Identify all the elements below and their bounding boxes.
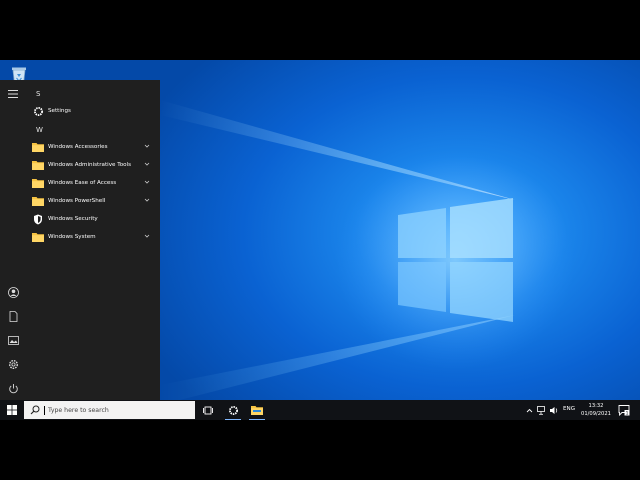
volume-icon[interactable] [549,405,559,415]
clock-date: 01/09/2021 [581,411,611,417]
taskbar-file-explorer-button[interactable] [246,400,268,420]
app-windows-security[interactable]: Windows Security [26,211,156,227]
notification-icon[interactable]: 1 [618,404,630,416]
svg-text:1: 1 [626,411,629,416]
power-icon[interactable] [5,380,21,396]
chevron-down-icon[interactable] [144,179,150,185]
section-letter-w[interactable]: W [36,126,43,134]
desktop: S Settings W Windows Accessories Windows… [0,60,640,420]
start-rail [0,80,26,400]
task-view-button[interactable] [197,400,219,420]
text-caret [44,405,45,415]
chevron-down-icon[interactable] [144,197,150,203]
chevron-down-icon[interactable] [144,233,150,239]
app-label: Settings [48,108,71,114]
settings-icon[interactable] [5,356,21,372]
hamburger-icon[interactable] [5,86,21,102]
app-label: Windows Administrative Tools [48,162,132,168]
chevron-down-icon[interactable] [144,161,150,167]
clock[interactable]: 13:32 01/09/2021 [580,402,612,418]
pictures-icon[interactable] [5,332,21,348]
running-indicator [249,418,265,420]
running-indicator [225,418,241,420]
language-indicator[interactable]: ENG [563,406,575,412]
folder-icon [32,196,44,207]
task-view-icon [203,406,213,414]
windows-start-icon [7,405,17,415]
taskbar-settings-button[interactable] [222,400,244,420]
gear-icon [32,106,44,117]
search-icon [30,405,40,415]
app-label: Windows System [48,234,96,240]
file-explorer-icon [251,406,263,415]
folder-icon [32,178,44,189]
taskbar: Type here to search ENG 13:32 01/09/2021… [0,400,640,420]
app-windows-powershell[interactable]: Windows PowerShell [26,193,156,209]
start-menu: S Settings W Windows Accessories Windows… [0,80,160,400]
section-letter-s[interactable]: S [36,90,40,98]
folder-icon [32,142,44,153]
folder-icon [32,232,44,243]
network-icon[interactable] [537,405,547,415]
app-settings[interactable]: Settings [26,103,156,119]
app-windows-system[interactable]: Windows System [26,229,156,245]
clock-time: 13:32 [588,403,604,409]
start-button[interactable] [0,400,24,420]
shield-icon [32,214,44,225]
app-windows-ease-of-access[interactable]: Windows Ease of Access [26,175,156,191]
search-input[interactable]: Type here to search [48,407,109,414]
document-icon[interactable] [5,308,21,324]
user-icon[interactable] [5,284,21,300]
search-box[interactable]: Type here to search [24,401,195,419]
app-label: Windows Ease of Access [48,180,117,186]
chevron-up-icon[interactable] [524,405,534,415]
app-windows-accessories[interactable]: Windows Accessories [26,139,156,155]
app-label: Windows Accessories [48,144,108,150]
app-windows-administrative-tools[interactable]: Windows Administrative Tools [26,157,156,173]
app-label: Windows Security [48,216,98,222]
chevron-down-icon[interactable] [144,143,150,149]
folder-icon [32,160,44,171]
app-label: Windows PowerShell [48,198,106,204]
gear-icon [228,405,238,415]
